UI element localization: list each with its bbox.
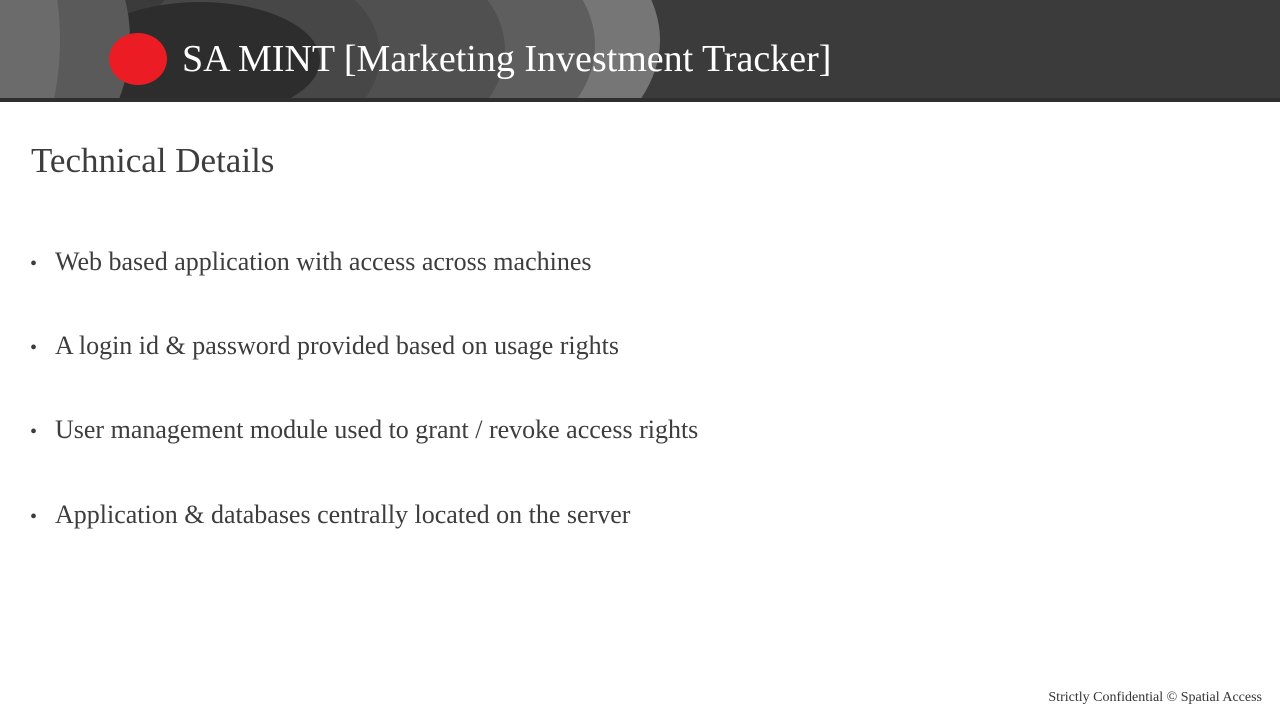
bullet-item: • Application & databases centrally locat… [30, 499, 630, 533]
bullet-text: A login id & password provided based on … [55, 331, 619, 360]
slide: SA MINT [Marketing Investment Tracker] T… [0, 0, 1280, 720]
bullet-item: • A login id & password provided based on… [30, 330, 619, 364]
bullet-text: Web based application with access across… [55, 247, 592, 276]
bullet-text: User management module used to grant / r… [55, 415, 699, 444]
header-banner: SA MINT [Marketing Investment Tracker] [0, 0, 1280, 102]
bullet-item: • User management module used to grant / … [30, 414, 698, 448]
red-circle-logo-icon [109, 33, 167, 85]
bullet-dot-icon: • [30, 506, 38, 528]
app-title: SA MINT [Marketing Investment Tracker] [182, 38, 832, 80]
bullet-item: • Web based application with access acros… [30, 246, 592, 280]
section-title: Technical Details [31, 141, 275, 180]
confidentiality-footer: Strictly Confidential © Spatial Access [1048, 690, 1262, 705]
bullet-dot-icon: • [30, 253, 38, 275]
bullet-dot-icon: • [30, 421, 38, 443]
bullet-dot-icon: • [30, 337, 38, 359]
bullet-text: Application & databases centrally locate… [55, 500, 631, 529]
